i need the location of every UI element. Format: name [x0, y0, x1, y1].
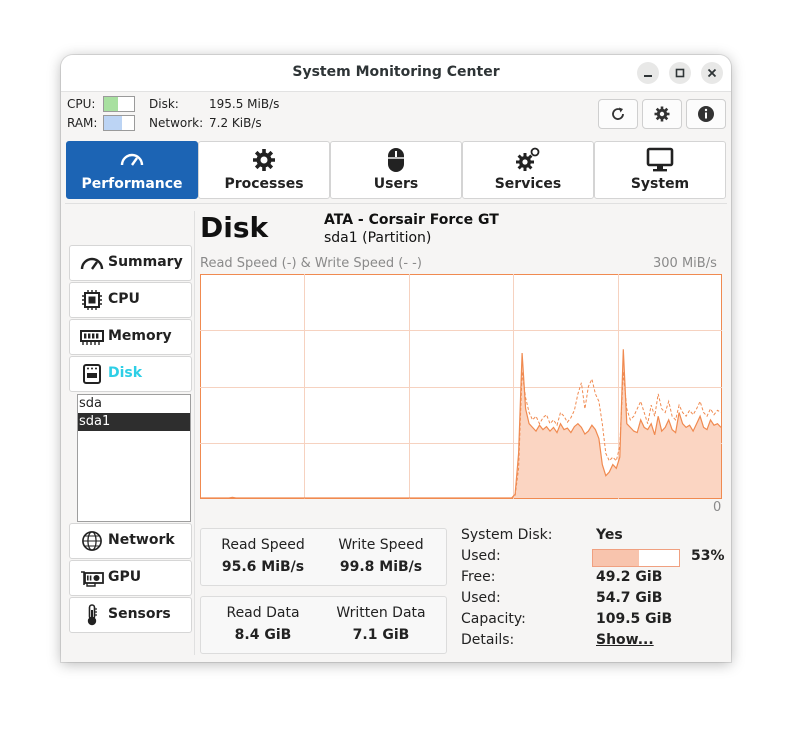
tab-label: System [630, 176, 690, 192]
free-value: 49.2 GiB [596, 569, 663, 585]
sidebar-item-label: Memory [108, 328, 172, 344]
gear-icon [253, 149, 275, 171]
sidebar-item-summary[interactable]: Summary [69, 245, 192, 281]
disk-speed-value: 195.5 MiB/s [209, 97, 280, 111]
tab-users[interactable]: Users [330, 141, 462, 199]
disk-icon [83, 364, 101, 384]
cpu-usage-bar [103, 96, 135, 112]
sidebar-item-network[interactable]: Network [69, 523, 192, 559]
cpu-usage-fill [104, 97, 118, 111]
tabs-separator [65, 203, 727, 204]
settings-button[interactable] [642, 99, 682, 129]
capacity-value: 109.5 GiB [596, 611, 673, 627]
network-speed-value: 7.2 KiB/s [209, 116, 262, 130]
sidebar-item-label: Disk [108, 365, 143, 381]
sidebar-item-label: Network [108, 532, 175, 548]
sidebar-item-label: CPU [108, 291, 140, 307]
read-data-value: 8.4 GiB [234, 627, 292, 643]
tab-label: Processes [224, 176, 304, 192]
close-button[interactable] [701, 62, 723, 84]
window-title: System Monitoring Center [292, 64, 500, 80]
gears-icon [516, 147, 540, 171]
tab-system[interactable]: System [594, 141, 726, 199]
cpu-label: CPU: [67, 97, 96, 111]
disk-speed-chart-svg [200, 274, 722, 499]
disk-label: Disk: [149, 97, 179, 111]
tab-label: Performance [81, 176, 183, 192]
title-bar: System Monitoring Center [61, 55, 731, 92]
used-label: Used: [461, 548, 501, 564]
refresh-icon [612, 107, 624, 120]
used-amount-label: Used: [461, 590, 501, 606]
sidebar-item-label: Sensors [108, 606, 171, 622]
details-label: Details: [461, 632, 515, 648]
list-item[interactable]: sda1 [78, 413, 190, 431]
thermometer-icon [87, 604, 97, 626]
system-disk-value: Yes [596, 527, 623, 543]
write-speed-value: 99.8 MiB/s [339, 559, 423, 575]
tab-processes[interactable]: Processes [198, 141, 330, 199]
read-speed-value: 95.6 MiB/s [221, 559, 305, 575]
globe-icon [82, 531, 102, 551]
read-data-label: Read Data [226, 605, 300, 621]
network-label: Network: [149, 116, 204, 130]
monitor-icon [646, 147, 674, 172]
sidebar-item-label: Summary [108, 254, 183, 270]
tab-services[interactable]: Services [462, 141, 594, 199]
system-disk-label: System Disk: [461, 527, 553, 543]
sidebar-item-cpu[interactable]: CPU [69, 282, 192, 318]
sidebar-item-gpu[interactable]: GPU [69, 560, 192, 596]
maximize-button[interactable] [669, 62, 691, 84]
speed-stats-box: Read Speed 95.6 MiB/s Write Speed 99.8 M… [200, 528, 447, 586]
close-icon [707, 68, 717, 78]
data-stats-box: Read Data 8.4 GiB Written Data 7.1 GiB [200, 596, 447, 654]
write-speed-label: Write Speed [338, 537, 424, 553]
chip-icon [82, 290, 102, 310]
maximize-icon [675, 68, 685, 78]
minimize-icon [644, 75, 652, 77]
used-amount-value: 54.7 GiB [596, 590, 663, 606]
about-button[interactable] [686, 99, 726, 129]
refresh-button[interactable] [598, 99, 638, 129]
sidebar-item-sensors[interactable]: Sensors [69, 597, 192, 633]
chart-title: Read Speed (-) & Write Speed (- -) [200, 256, 422, 271]
tab-label: Users [373, 176, 419, 192]
written-data-value: 7.1 GiB [352, 627, 410, 643]
info-icon [698, 106, 714, 122]
ram-label: RAM: [67, 116, 98, 130]
ram-usage-fill [104, 116, 122, 130]
free-label: Free: [461, 569, 496, 585]
disk-model-name: ATA - Corsair Force GT [324, 212, 499, 228]
disk-device-list[interactable]: sda sda1 [77, 394, 191, 522]
disk-usage-percent: 53% [691, 548, 725, 564]
gpu-icon [81, 571, 104, 587]
sidebar-item-label: GPU [108, 569, 142, 585]
gauge-icon [120, 153, 144, 166]
written-data-label: Written Data [336, 605, 426, 621]
disk-partition-subtitle: sda1 (Partition) [324, 230, 432, 246]
chart-min-label: 0 [713, 500, 722, 515]
sidebar-separator [194, 211, 195, 655]
capacity-label: Capacity: [461, 611, 526, 627]
chart-max-label: 300 MiB/s [653, 256, 717, 271]
details-show-link[interactable]: Show... [596, 632, 654, 648]
disk-usage-bar [592, 549, 680, 567]
mouse-icon [388, 148, 404, 172]
sidebar-item-disk[interactable]: Disk [69, 356, 192, 392]
tab-label: Services [494, 176, 562, 192]
page-title: Disk [200, 211, 269, 244]
disk-speed-chart [200, 274, 722, 499]
tab-performance[interactable]: Performance [66, 141, 198, 199]
list-item[interactable]: sda [78, 395, 190, 413]
disk-usage-fill [593, 550, 639, 566]
minimize-button[interactable] [637, 62, 659, 84]
ram-icon [80, 330, 104, 345]
gauge-icon [80, 257, 104, 270]
ram-usage-bar [103, 115, 135, 131]
gear-icon [654, 106, 670, 122]
app-window: System Monitoring Center CPU: RAM: Disk:… [61, 55, 731, 662]
sidebar-item-memory[interactable]: Memory [69, 319, 192, 355]
read-speed-label: Read Speed [221, 537, 305, 553]
